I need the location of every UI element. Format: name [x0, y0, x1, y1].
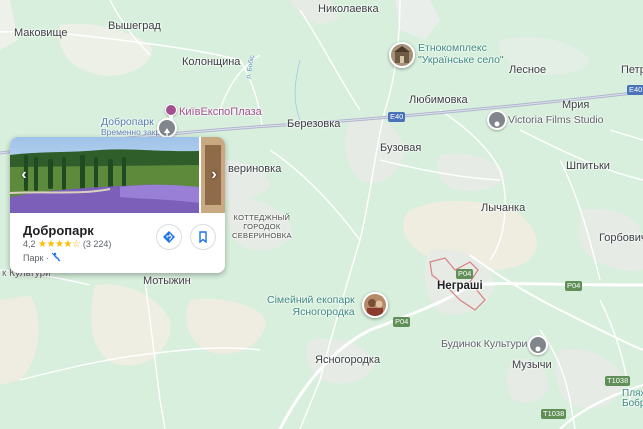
- poi-photo-pin-ekopark[interactable]: [362, 292, 388, 318]
- photo-next-arrow[interactable]: ›: [206, 164, 222, 186]
- people-photo-icon: [364, 294, 386, 316]
- place-label-cottage-town[interactable]: КОТТЕДЖНЫЙ ГОРОДОК СЕВЕРИНОВКА: [232, 213, 292, 240]
- road-shield-p04: P04: [456, 269, 474, 279]
- place-title: Добропарк: [23, 223, 94, 238]
- place-label-lesnoe[interactable]: Лесное: [509, 64, 546, 76]
- place-label-shpytky[interactable]: Шпитьки: [566, 160, 610, 172]
- place-icon: [493, 115, 501, 127]
- place-label-kolonshchyna[interactable]: Колонщина: [182, 56, 240, 68]
- poi-pin-kyivexpoplaza[interactable]: [165, 104, 177, 119]
- place-icon: [534, 340, 542, 352]
- poi-label-ekopark[interactable]: Сімейний екопарк Ясногородка: [267, 294, 355, 318]
- poi-pin-dobropark[interactable]: [157, 118, 177, 138]
- place-type-row: Парк ·: [23, 252, 61, 263]
- place-photo[interactable]: [10, 137, 199, 213]
- rating-value: 4,2: [23, 239, 36, 249]
- poi-label-victoria[interactable]: Victoria Films Studio: [508, 114, 604, 126]
- road-shield-t1038: T1038: [605, 376, 631, 386]
- place-label-yasnogorodka[interactable]: Ясногородка: [315, 354, 380, 366]
- review-count[interactable]: (3 224): [83, 239, 112, 249]
- rating-row: 4,2 ★★★★☆ (3 224): [23, 239, 111, 250]
- rating-stars: ★★★★☆: [38, 239, 81, 250]
- directions-icon: [163, 231, 175, 243]
- poi-label-etnokompleks[interactable]: Етнокомплекс "Українське село": [418, 42, 504, 66]
- building-photo-icon: [391, 44, 413, 66]
- place-label-vyshegrad[interactable]: Вышеград: [108, 20, 161, 32]
- bookmark-icon: [199, 231, 207, 243]
- poi-label-kyivexpoplaza[interactable]: КиївЕкспоПлаза: [179, 106, 262, 118]
- place-label-buzovaya[interactable]: Бузовая: [380, 142, 421, 154]
- place-type: Парк ·: [23, 253, 49, 263]
- place-label-lychanka[interactable]: Лычанка: [481, 202, 525, 214]
- save-button[interactable]: [190, 224, 216, 250]
- directions-button[interactable]: [156, 224, 182, 250]
- photo-prev-arrow[interactable]: ‹: [16, 164, 32, 186]
- place-label-petr[interactable]: Петр: [621, 64, 643, 76]
- road-shield-t1038: T1038: [541, 409, 567, 419]
- poi-photo-pin-etnokompleks[interactable]: [389, 42, 415, 68]
- place-info-card[interactable]: ‹ › Добропарк 4,2 ★★★★☆ (3 224) Парк ·: [10, 137, 225, 273]
- poi-label-budynok-kultury[interactable]: Будинок Культури: [441, 338, 527, 350]
- place-label-negrashi[interactable]: Неграші: [437, 280, 483, 292]
- poi-pin-victoria[interactable]: [487, 110, 507, 130]
- place-label-gorbovychi[interactable]: Горбовичі: [599, 232, 643, 244]
- road-shield-e40: E40: [627, 85, 643, 95]
- place-label-muzychi[interactable]: Музычи: [512, 359, 552, 371]
- poi-pin-budynok[interactable]: [528, 335, 548, 355]
- place-label-severynivka[interactable]: вериновка: [228, 163, 281, 175]
- place-label-motyzhyn[interactable]: Мотыжин: [143, 275, 191, 287]
- poi-label-plyazh[interactable]: ПляжБобриц: [622, 389, 643, 409]
- road-shield-p04: P04: [393, 317, 411, 327]
- place-label-mriya[interactable]: Мрия: [562, 99, 589, 111]
- place-label-mykolaivka[interactable]: Николаевка: [318, 3, 379, 15]
- road-shield-p04: P04: [565, 281, 583, 291]
- place-label-berezovka[interactable]: Березовка: [287, 118, 340, 130]
- place-label-makovysche[interactable]: Маковище: [14, 27, 68, 39]
- tree-icon: [163, 123, 171, 136]
- wheelchair-no-icon: [52, 252, 61, 262]
- building-icon: [168, 107, 174, 119]
- place-label-lyubimovka[interactable]: Любимовка: [409, 94, 468, 106]
- road-shield-e40: E40: [388, 112, 406, 122]
